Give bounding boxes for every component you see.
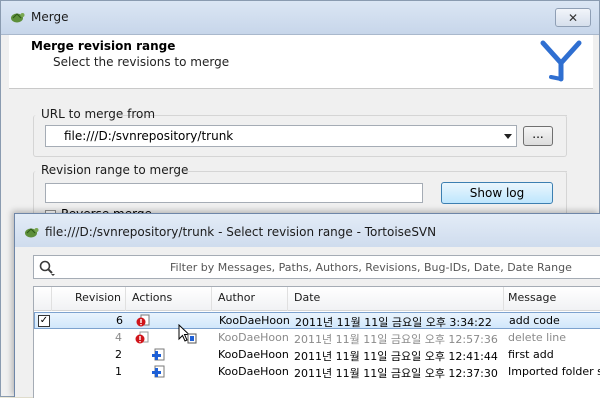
range-label: Revision range to merge (41, 163, 189, 177)
wizard-header: Merge revision range Select the revision… (9, 35, 593, 89)
wizard-title: Merge revision range (31, 39, 176, 53)
filter-input[interactable]: Filter by Messages, Paths, Authors, Revi… (33, 255, 600, 279)
table-row[interactable]: 2 KooDaeHoon 2011년 11월 11일 금요일 오후 12:41:… (34, 347, 600, 364)
row-revision: 1 (115, 365, 122, 378)
show-log-button[interactable]: Show log (441, 182, 553, 204)
row-date: 2011년 11월 11일 금요일 오후 12:37:30 (294, 367, 498, 380)
search-icon[interactable] (38, 259, 56, 277)
column-revision[interactable]: Revision (52, 287, 126, 311)
tortoisesvn-merge-logo-icon (540, 40, 582, 82)
url-label: URL to merge from (41, 107, 156, 121)
merge-titlebar: Merge ✕ (1, 1, 599, 35)
row-message: add code (509, 314, 560, 327)
chevron-down-icon[interactable] (504, 134, 512, 139)
column-check[interactable] (34, 287, 52, 311)
range-group-line (183, 171, 567, 172)
url-value: file:///D:/svnrepository/trunk (64, 129, 234, 143)
revision-list-header: Revision Actions Author Date Message (34, 287, 600, 311)
added-icon (152, 348, 165, 361)
revision-range-input[interactable] (45, 183, 423, 203)
column-actions[interactable]: Actions (126, 287, 212, 311)
merge-window-title: Merge (31, 10, 69, 24)
close-icon: ✕ (567, 10, 579, 25)
row-message: first add (508, 348, 554, 361)
revision-list[interactable]: Revision Actions Author Date Message ✓ 6… (33, 286, 600, 398)
row-checkbox[interactable]: ✓ (38, 315, 50, 327)
modified-icon (135, 331, 149, 344)
row-revision: 6 (116, 314, 123, 327)
wizard-subtitle: Select the revisions to merge (53, 55, 230, 69)
table-row[interactable]: ✓ 6 KooDaeHoon 2011년 11월 11일 금요일 오후 3:34… (34, 312, 600, 329)
log-window-title: file:///D:/svnrepository/trunk - Select … (45, 225, 437, 239)
row-message: delete line (508, 331, 567, 344)
row-date: 2011년 11월 11일 금요일 오후 12:57:36 (294, 333, 498, 346)
url-combobox[interactable]: file:///D:/svnrepository/trunk (45, 125, 517, 147)
row-revision: 4 (115, 331, 122, 344)
close-button[interactable]: ✕ (555, 8, 591, 27)
row-message: Imported folder structure (508, 365, 600, 378)
added-icon (152, 365, 165, 378)
modified-icon (136, 314, 150, 327)
table-row[interactable]: 4 KooDaeHoon 2011년 11월 11일 금요일 오후 12:57:… (34, 330, 600, 347)
row-date: 2011년 11월 11일 금요일 오후 3:34:22 (295, 316, 492, 329)
row-author: KooDaeHoon (218, 348, 288, 361)
column-message[interactable]: Message (504, 287, 600, 311)
filter-placeholder: Filter by Messages, Paths, Authors, Revi… (170, 261, 572, 274)
row-author: KooDaeHoon (218, 365, 288, 378)
column-author[interactable]: Author (212, 287, 288, 311)
table-row[interactable]: 1 KooDaeHoon 2011년 11월 11일 금요일 오후 12:37:… (34, 364, 600, 381)
tortoisesvn-icon (25, 228, 39, 238)
log-titlebar: file:///D:/svnrepository/trunk - Select … (15, 214, 600, 247)
row-author: KooDaeHoon (219, 314, 289, 327)
tortoisesvn-icon (11, 13, 25, 23)
select-revision-window: file:///D:/svnrepository/trunk - Select … (14, 213, 600, 398)
browse-button[interactable]: ... (523, 126, 553, 146)
row-revision: 2 (115, 348, 122, 361)
column-date[interactable]: Date (288, 287, 504, 311)
row-author: KooDaeHoon (218, 331, 288, 344)
mouse-cursor-icon (178, 324, 197, 344)
row-date: 2011년 11월 11일 금요일 오후 12:41:44 (294, 350, 498, 363)
